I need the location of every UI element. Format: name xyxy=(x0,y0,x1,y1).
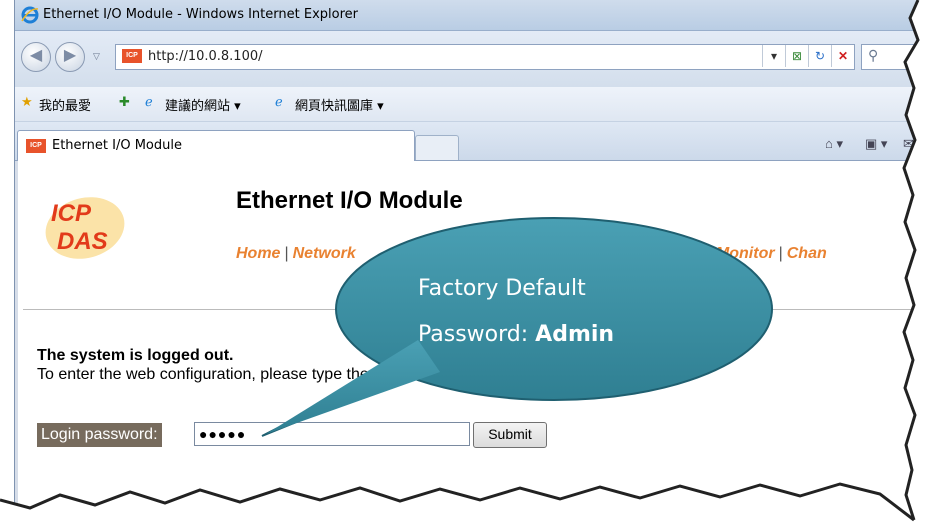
search-field[interactable]: ⚲ xyxy=(861,44,927,70)
forward-arrow-icon: ▶ xyxy=(63,47,77,64)
password-input[interactable]: ●●●●● xyxy=(194,422,470,446)
login-password-label: Login password: xyxy=(37,423,162,447)
svg-text:DAS: DAS xyxy=(57,228,108,255)
new-tab-button[interactable] xyxy=(415,135,459,160)
back-arrow-icon: ◀ xyxy=(29,47,43,64)
suggested-sites-icon: ℯ xyxy=(145,95,153,110)
tab-row: ICP Ethernet I/O Module ⌂ ▾ ▣ ▾ ✉ xyxy=(15,122,927,161)
compatibility-view-icon[interactable]: ⊠ xyxy=(785,45,808,67)
window-title: Ethernet I/O Module - Windows Internet E… xyxy=(43,7,358,22)
search-icon: ⚲ xyxy=(868,47,879,63)
home-icon[interactable]: ⌂ ▾ xyxy=(825,136,843,152)
login-instruction: To enter the web configuration, please t… xyxy=(37,366,591,383)
nav-monitor[interactable]: Monitor xyxy=(716,245,775,262)
refresh-icon[interactable]: ↻ xyxy=(808,45,831,67)
tab-label: Ethernet I/O Module xyxy=(52,138,182,153)
svg-text:ICP: ICP xyxy=(51,200,92,227)
internet-explorer-icon xyxy=(21,6,39,24)
favorites-bar: ★ 我的最愛 ✚ ℯ 建議的網站 ▾ ℯ 網頁快訊圖庫 ▾ xyxy=(15,87,927,122)
favorites-star-icon[interactable]: ★ xyxy=(21,95,33,110)
history-dropdown-icon[interactable]: ▽ xyxy=(93,51,100,62)
vertical-scrollbar[interactable] xyxy=(15,161,18,531)
callout-line-1: Factory Default xyxy=(418,276,586,301)
mail-icon[interactable]: ✉ xyxy=(903,136,914,152)
nav-channel[interactable]: Chan xyxy=(787,245,827,262)
icp-das-logo: ICP DAS xyxy=(45,197,125,259)
stop-icon[interactable]: ✕ xyxy=(831,45,854,67)
suggested-sites-link[interactable]: 建議的網站 ▾ xyxy=(165,95,241,114)
callout-line-2: Password: Admin xyxy=(418,322,615,347)
tab-ethernet-io-module[interactable]: ICP Ethernet I/O Module xyxy=(17,130,415,161)
web-slice-gallery-link[interactable]: 網頁快訊圖庫 ▾ xyxy=(295,95,384,114)
web-slice-icon: ℯ xyxy=(275,95,283,110)
address-url[interactable]: http://10.0.8.100/ xyxy=(148,49,263,64)
nav-home[interactable]: Home xyxy=(236,245,280,262)
address-field[interactable]: ICP http://10.0.8.100/ ▾ ⊠ ↻ ✕ xyxy=(115,44,855,70)
favorites-label[interactable]: 我的最愛 xyxy=(39,95,91,114)
feeds-icon[interactable]: ▣ ▾ xyxy=(865,136,887,152)
title-bar: Ethernet I/O Module - Windows Internet E… xyxy=(15,0,927,31)
nav-filter[interactable]: Filter xyxy=(665,245,704,262)
callout-password: Admin xyxy=(535,322,615,347)
forward-button[interactable]: ▶ xyxy=(55,42,85,72)
address-toolbar: ◀ ▶ ▽ ICP http://10.0.8.100/ ▾ ⊠ ↻ ✕ ⚲ xyxy=(15,31,927,87)
callout-text: Factory Default Password: Admin xyxy=(418,266,614,358)
back-button[interactable]: ◀ xyxy=(21,42,51,72)
main-nav: Home | Network Filter | Monitor | Chan xyxy=(236,245,827,262)
address-dropdown-icon[interactable]: ▾ xyxy=(762,45,785,67)
add-favorite-icon[interactable]: ✚ xyxy=(119,95,130,110)
site-favicon: ICP xyxy=(122,49,142,63)
logged-out-message: The system is logged out. xyxy=(37,347,234,364)
nav-network[interactable]: Network xyxy=(293,245,356,262)
page-title: Ethernet I/O Module xyxy=(236,187,463,214)
submit-button[interactable]: Submit xyxy=(473,422,547,448)
tab-favicon: ICP xyxy=(26,139,46,153)
